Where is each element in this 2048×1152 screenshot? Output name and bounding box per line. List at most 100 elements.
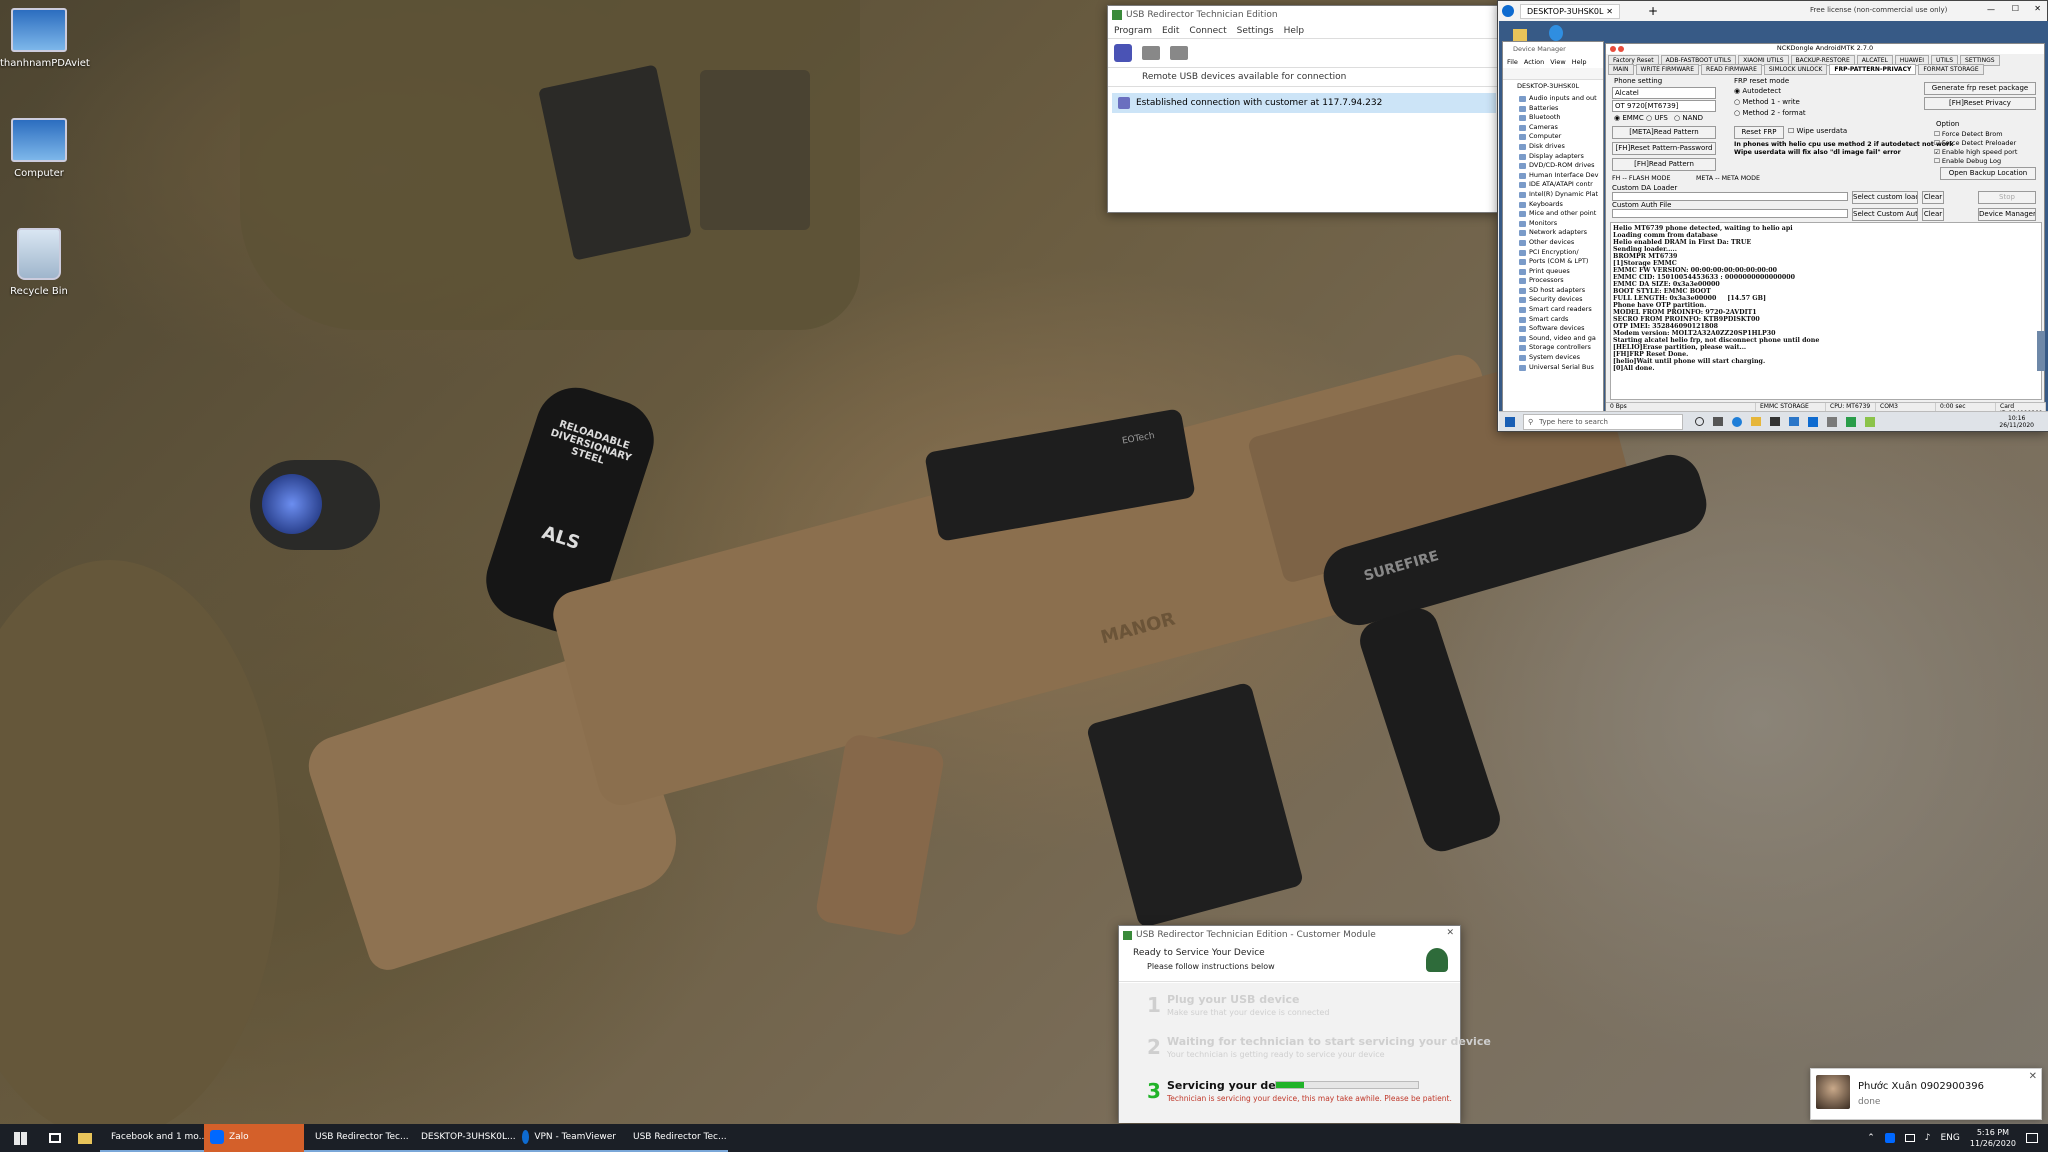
- device-tree-item[interactable]: Bluetooth: [1515, 113, 1599, 123]
- device-tree-item[interactable]: Software devices: [1515, 324, 1599, 334]
- option-enable-high-speed-port[interactable]: ☑ Enable high speed port: [1934, 148, 2017, 156]
- notification-center-icon[interactable]: [2026, 1133, 2038, 1143]
- nck-tab[interactable]: SIMLOCK UNLOCK: [1763, 64, 1828, 75]
- taskbar-item-facebook[interactable]: Facebook and 1 mo...: [100, 1124, 207, 1152]
- remote-device-manager-window[interactable]: Device Manager File Action View Help DES…: [1502, 41, 1604, 416]
- remote-cortana-icon[interactable]: [1695, 416, 1704, 426]
- device-list-item[interactable]: Established connection with customer at …: [1112, 93, 1496, 113]
- dm-menu-help[interactable]: Help: [1572, 58, 1587, 66]
- storage-ufs-radio[interactable]: ○ UFS: [1646, 114, 1668, 122]
- task-view-button[interactable]: [40, 1133, 70, 1143]
- maximize-icon[interactable]: ☐: [2012, 4, 2019, 13]
- device-tree-item[interactable]: Human Interface Dev: [1515, 171, 1599, 181]
- remote-folder-icon[interactable]: [1513, 29, 1527, 41]
- file-explorer-button[interactable]: [70, 1132, 100, 1144]
- frp-mode-autodetect[interactable]: ◉ Autodetect: [1734, 87, 1781, 95]
- taskbar-item-vpn-teamviewer[interactable]: VPN - TeamViewer: [516, 1124, 622, 1152]
- remote-search-box[interactable]: ⚲ Type here to search: [1523, 413, 1683, 430]
- fh-reset-pattern-password-button[interactable]: [FH]Reset Pattern-Password: [1612, 142, 1716, 155]
- device-tree-root[interactable]: DESKTOP-3UHSK0L: [1503, 80, 1603, 90]
- desktop-icon-thanhnam[interactable]: thanhnamPDAviet: [0, 8, 90, 69]
- device-tree-item[interactable]: PCI Encryption/: [1515, 248, 1599, 258]
- taskbar-item-usb-redirector[interactable]: USB Redirector Tec...: [304, 1124, 410, 1152]
- device-tree-item[interactable]: Batteries: [1515, 104, 1599, 114]
- remote-start-icon[interactable]: [1505, 416, 1515, 427]
- network-icon[interactable]: [1904, 1134, 1915, 1142]
- nck-tab[interactable]: FORMAT STORAGE: [1918, 64, 1984, 75]
- start-button[interactable]: [0, 1124, 40, 1152]
- device-tree-item[interactable]: Audio inputs and out: [1515, 94, 1599, 104]
- remote-desktop-area[interactable]: Device Manager File Action View Help DES…: [1499, 21, 2048, 431]
- device-tree-item[interactable]: Computer: [1515, 132, 1599, 142]
- taskbar-item-zalo[interactable]: Zalo: [204, 1124, 304, 1152]
- language-indicator[interactable]: ENG: [1940, 1133, 1959, 1143]
- remote-edge-icon[interactable]: [1732, 416, 1742, 427]
- remote-store-icon[interactable]: [1770, 416, 1780, 426]
- customer-module-close-icon[interactable]: ✕: [1446, 928, 1454, 938]
- frp-mode-method2[interactable]: ○ Method 2 - format: [1734, 109, 1806, 117]
- remote-taskview-icon[interactable]: [1713, 416, 1723, 426]
- generate-frp-package-button[interactable]: Generate frp reset package: [1924, 82, 2036, 95]
- clear-loader-button[interactable]: Clear: [1922, 191, 1944, 204]
- volume-icon[interactable]: ♪: [1925, 1133, 1931, 1143]
- device-tree-item[interactable]: Smart cards: [1515, 315, 1599, 325]
- desktop-icon-recycle-bin[interactable]: Recycle Bin: [0, 228, 78, 297]
- storage-emmc-radio[interactable]: ◉ EMMC: [1614, 114, 1644, 122]
- custom-auth-path-input[interactable]: [1612, 209, 1848, 218]
- dm-menu-file[interactable]: File: [1507, 58, 1518, 66]
- nck-tab[interactable]: WRITE FIRMWARE: [1635, 64, 1700, 75]
- connect-icon[interactable]: [1114, 44, 1132, 62]
- minimize-icon[interactable]: —: [1987, 5, 1995, 14]
- device-tree-item[interactable]: Smart card readers: [1515, 305, 1599, 315]
- new-tab-icon[interactable]: +: [1648, 4, 1658, 18]
- menu-edit[interactable]: Edit: [1162, 26, 1179, 36]
- dm-menu-view[interactable]: View: [1550, 58, 1565, 66]
- select-custom-loader-button[interactable]: Select custom loader: [1852, 191, 1918, 204]
- device-tree-item[interactable]: Intel(R) Dynamic Plat: [1515, 190, 1599, 200]
- device-tree-item[interactable]: Monitors: [1515, 219, 1599, 229]
- device-tree-item[interactable]: Display adapters: [1515, 152, 1599, 162]
- device-tree-item[interactable]: Disk drives: [1515, 142, 1599, 152]
- log-panel[interactable]: Helio MT6739 phone detected, waiting to …: [1610, 222, 2042, 400]
- device-manager-button[interactable]: Device Manager: [1978, 208, 2036, 221]
- device-tree-item[interactable]: Other devices: [1515, 238, 1599, 248]
- customer-module-window[interactable]: USB Redirector Technician Edition - Cust…: [1118, 925, 1491, 1123]
- menu-settings[interactable]: Settings: [1237, 26, 1274, 36]
- device-tree-item[interactable]: Sound, video and ga: [1515, 334, 1599, 344]
- menu-program[interactable]: Program: [1114, 26, 1152, 36]
- teamviewer-remote-window[interactable]: DESKTOP-3UHSK0L ✕ + Free license (non-co…: [1497, 0, 2048, 432]
- remote-android-icon[interactable]: [1865, 416, 1875, 427]
- device-tree-item[interactable]: Storage controllers: [1515, 343, 1599, 353]
- menu-help[interactable]: Help: [1284, 26, 1305, 36]
- clear-auth-button[interactable]: Clear: [1922, 208, 1944, 221]
- frp-mode-method1[interactable]: ○ Method 1 - write: [1734, 98, 1800, 106]
- desktop-icon-computer[interactable]: Computer: [0, 118, 78, 179]
- close-tab-icon[interactable]: ✕: [1606, 7, 1613, 16]
- device-tree-item[interactable]: DVD/CD-ROM drives: [1515, 161, 1599, 171]
- brand-select[interactable]: Alcatel: [1612, 87, 1716, 99]
- remote-mail-icon[interactable]: [1789, 416, 1799, 426]
- option-force-detect-preloader[interactable]: ☐ Force Detect Preloader: [1934, 139, 2016, 147]
- remote-session-tab[interactable]: DESKTOP-3UHSK0L ✕: [1520, 3, 1620, 19]
- device-tree-item[interactable]: Print queues: [1515, 267, 1599, 277]
- wipe-userdata-checkbox[interactable]: ☐ Wipe userdata: [1788, 127, 1847, 135]
- device-tree-item[interactable]: Network adapters: [1515, 228, 1599, 238]
- taskbar-item-remote-session[interactable]: DESKTOP-3UHSK0L...: [410, 1124, 516, 1152]
- notification-close-icon[interactable]: ✕: [2029, 1071, 2037, 1082]
- nck-tab[interactable]: MAIN: [1608, 64, 1634, 75]
- remote-teamviewer-icon[interactable]: [1808, 416, 1818, 427]
- device-tree-item[interactable]: Security devices: [1515, 295, 1599, 305]
- device-tree-item[interactable]: IDE ATA/ATAPI contr: [1515, 180, 1599, 190]
- clock[interactable]: 5:16 PM 11/26/2020: [1970, 1127, 2016, 1149]
- remote-explorer-icon[interactable]: [1751, 416, 1761, 426]
- device-tree-item[interactable]: Processors: [1515, 276, 1599, 286]
- storage-nand-radio[interactable]: ○ NAND: [1674, 114, 1703, 122]
- open-backup-location-button[interactable]: Open Backup Location: [1940, 167, 2036, 180]
- meta-read-pattern-button[interactable]: [META]Read Pattern: [1612, 126, 1716, 139]
- nck-tool-window[interactable]: NCKDongle AndroidMTK 2.7.0 Factory Reset…: [1605, 43, 2046, 417]
- device-tree-item[interactable]: System devices: [1515, 353, 1599, 363]
- nck-close-dot[interactable]: [1610, 46, 1616, 52]
- device-tree-item[interactable]: Mice and other point: [1515, 209, 1599, 219]
- device-tree-item[interactable]: Cameras: [1515, 123, 1599, 133]
- option-force-detect-brom[interactable]: ☐ Force Detect Brom: [1934, 130, 2003, 138]
